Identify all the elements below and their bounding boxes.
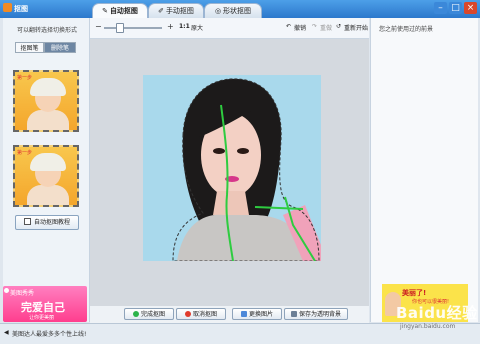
tab-label: 手动抠图 [165,7,194,15]
redo-icon[interactable]: ↷ [312,23,317,30]
left-panel: 可以翻转选择切换形式 抠图笔 删除笔 第一步 第一步 自动抠图教程 [3,18,90,322]
photo-illustration [143,75,321,261]
cancel-label: 取消抠图 [192,311,217,318]
hint-text: 可以翻转选择切换形式 [17,27,78,34]
done-label: 完成抠图 [140,311,165,318]
cutout-pen-button[interactable]: 抠图笔 [15,42,44,53]
replace-label: 更换图片 [248,311,273,318]
done-button[interactable]: 完成抠图 [124,308,174,320]
reset-icon[interactable]: ↺ [336,23,341,30]
close-button[interactable]: × [464,2,477,14]
undo-icon[interactable]: ↶ [286,23,291,30]
canvas-toolbar: − + 1:1 原大 ↶ 撤销 ↷ 重做 ↺ 重新开始 [90,18,369,39]
speaker-icon: ◀ [4,329,9,336]
image-icon [240,311,247,317]
brush-icon: ✎ [102,7,108,15]
ratio-button[interactable]: 1:1 [179,23,190,30]
zoom-slider-handle[interactable] [116,23,124,33]
photo-being-cut[interactable] [143,75,321,261]
save-label: 保存为透明背景 [298,311,341,318]
shape-icon: ◎ [214,7,222,15]
save-transparent-button[interactable]: 保存为透明背景 [284,308,348,320]
tab-auto-cutout[interactable]: ✎ 自动抠图 [92,3,148,18]
zoom-slider[interactable] [104,27,162,29]
reset-button[interactable]: 重新开始 [344,23,368,32]
app-icon [3,3,12,12]
tab-shape-cutout[interactable]: ◎ 形状抠图 [204,3,262,18]
zoom-in-icon[interactable]: + [167,22,174,31]
ad-headline: 美丽了! [402,289,427,297]
tutorial-label: 自动抠图教程 [33,219,70,226]
brand-logo-icon [4,288,9,293]
tab-label: 形状抠图 [223,7,252,15]
cancel-button[interactable]: 取消抠图 [176,308,226,320]
tutorial-checkbox-icon [23,218,31,225]
ad-headline: 完爱自己 [21,301,65,314]
maximize-button[interactable]: □ [449,2,462,14]
original-size-button[interactable]: 原大 [191,23,203,32]
zoom-out-icon[interactable]: − [95,22,102,31]
close-icon [184,311,191,317]
tutorial-button[interactable]: 自动抠图教程 [15,215,79,230]
example-thumbnail: 第一步 [13,145,79,207]
ad-subtext: 让你更美丽 [29,315,55,321]
lasso-icon: ✐ [158,7,164,15]
status-text: 美图达人最爱多多个性上线! [12,331,87,338]
left-ad-banner[interactable]: 美图秀秀 完爱自己 让你更美丽 [3,286,87,322]
replace-image-button[interactable]: 更换图片 [232,308,282,320]
check-icon [132,311,139,317]
tab-manual-cutout[interactable]: ✐ 手动抠图 [148,3,204,18]
example-thumbnail: 第一步 [13,70,79,132]
undo-button[interactable]: 撤销 [294,23,306,32]
save-icon [290,311,297,317]
ad-brand: 美图秀秀 [10,290,35,297]
step-tag: 第一步 [17,75,33,81]
erase-pen-button[interactable]: 删除笔 [44,42,76,53]
redo-button[interactable]: 重做 [320,23,332,32]
watermark-brand: Baidu经验 [396,304,478,322]
tab-label: 自动抠图 [109,7,138,15]
window-title: 抠图 [14,5,28,13]
minimize-button[interactable]: – [434,2,447,14]
step-tag: 第一步 [17,150,33,156]
right-panel: 您之前使用过的前景 [370,18,478,322]
action-bar: 完成抠图 取消抠图 更换图片 保存为透明背景 [90,306,369,323]
recent-foregrounds-title: 您之前使用过的前景 [379,26,434,33]
watermark-url: jingyan.baidu.com [400,323,456,330]
